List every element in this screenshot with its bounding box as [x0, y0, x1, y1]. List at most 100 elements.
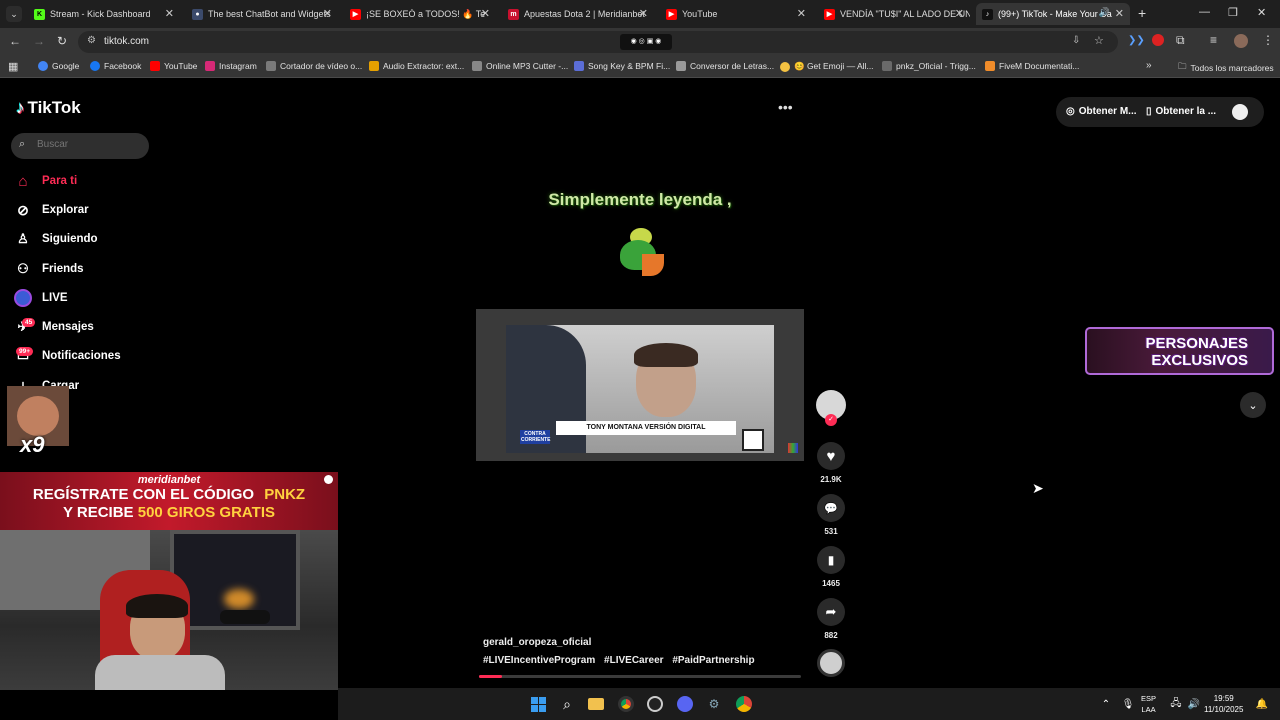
back-icon[interactable]: ← — [9, 34, 21, 48]
tab-title: ¡SE BOXEÓ a TODOS! 🔥 Te — [366, 8, 486, 19]
game-ad-banner[interactable]: PERSONAJES EXCLUSIVOS — [1085, 327, 1274, 375]
browser-tab[interactable]: ● The best ChatBot and Widgets ✕ — [186, 3, 338, 25]
windows-start-icon[interactable] — [528, 694, 548, 714]
close-tab-icon[interactable]: ✕ — [165, 7, 174, 20]
search-icon[interactable]: ⌕ — [557, 694, 577, 714]
close-tab-icon[interactable]: ✕ — [955, 7, 964, 20]
nav-item-siguiendo[interactable]: ♙ Siguiendo — [14, 230, 97, 248]
bookmark-item[interactable]: Google — [38, 61, 79, 71]
profile-avatar[interactable] — [1234, 34, 1248, 48]
tab-search-button[interactable]: ⌄ — [6, 6, 22, 22]
close-tab-icon[interactable]: ✕ — [639, 7, 648, 20]
close-tab-icon[interactable]: ✕ — [323, 7, 332, 20]
profile-avatar[interactable] — [1232, 104, 1248, 120]
window-close-icon[interactable]: ✕ — [1257, 6, 1266, 19]
more-options-icon[interactable]: ••• — [778, 99, 793, 115]
browser-tab[interactable]: ▶ VENDÍA "TU$I" AL LADO DE UN ✕ — [818, 3, 970, 25]
extension-icon[interactable]: ❯❯ — [1128, 35, 1145, 46]
restore-icon[interactable]: ❐ — [1228, 6, 1238, 19]
browser-tab-active[interactable]: ♪ (99+) TikTok - Make Your Da 🔊 ✕ — [976, 3, 1130, 25]
follow-check-icon[interactable]: ✓ — [825, 414, 837, 426]
bookmark-star-icon[interactable]: ☆ — [1094, 34, 1104, 47]
speaker-icon[interactable]: 🔊 — [1099, 7, 1110, 18]
hashtag-link[interactable]: #PaidPartnership — [672, 655, 754, 666]
bookmark-label: Cortador de vídeo o... — [280, 61, 363, 71]
bookmark-item[interactable]: FiveM Documentati... — [985, 61, 1079, 71]
bookmark-item[interactable]: Song Key & BPM Fi... — [574, 61, 670, 71]
comment-button[interactable]: 💬 531 — [816, 494, 846, 536]
promo-close-icon[interactable] — [324, 475, 333, 484]
comment-icon[interactable]: 💬 — [817, 494, 845, 522]
network-icon[interactable]: 🖧 — [1166, 694, 1186, 714]
tiktok-logo[interactable]: ♪ TikTok — [16, 98, 81, 118]
bookmark-item[interactable]: Instagram — [205, 61, 257, 71]
bookmark-item[interactable]: Conversor de Letras... — [676, 61, 774, 71]
hashtag-link[interactable]: #LIVEIncentiveProgram — [483, 655, 595, 666]
get-desktop-app-button[interactable]: ▯ Obtener la ... — [1146, 106, 1216, 117]
discord-icon[interactable] — [675, 694, 695, 714]
minimize-icon[interactable]: — — [1199, 6, 1210, 18]
nav-item-explorar[interactable]: ⊘ Explorar — [14, 201, 89, 219]
close-tab-icon[interactable]: ✕ — [1115, 7, 1124, 20]
browser-tab[interactable]: K Stream - Kick Dashboard ✕ — [28, 3, 180, 25]
music-disc[interactable] — [816, 649, 846, 677]
install-app-icon[interactable]: ⇩ — [1072, 35, 1080, 46]
nav-item-live[interactable]: LIVE — [14, 289, 68, 307]
bookmark-item[interactable]: pnkz_Oficial - Trigg... — [882, 61, 976, 71]
share-button[interactable]: ➦ 882 — [816, 598, 846, 640]
apps-grid-icon[interactable]: ▦ — [8, 60, 18, 73]
forward-icon[interactable]: → — [33, 34, 45, 48]
music-disc-avatar[interactable] — [817, 649, 845, 677]
all-bookmarks-folder[interactable]: 🗀 Todos los marcadores — [1178, 61, 1274, 75]
browser-tab[interactable]: m Apuestas Dota 2 | Meridianbet ✕ — [502, 3, 654, 25]
extensions-puzzle-icon[interactable]: ⧉ — [1176, 33, 1185, 48]
heart-icon[interactable]: ♥ — [817, 442, 845, 470]
keyboard-language[interactable]: ESP LAA — [1141, 693, 1156, 715]
creator-avatar[interactable]: ✓ — [816, 390, 846, 426]
tray-chevron-up-icon[interactable]: ⌃ — [1096, 694, 1116, 714]
video-progress-bar[interactable] — [479, 675, 801, 678]
nav-item-para-ti[interactable]: ⌂ Para ti — [14, 172, 77, 190]
next-video-button[interactable]: ⌄ — [1240, 392, 1266, 418]
obs-icon[interactable] — [645, 694, 665, 714]
notifications-bell-icon[interactable]: 🔔 — [1252, 694, 1272, 714]
like-button[interactable]: ♥ 21.9K — [816, 442, 846, 484]
get-app-button[interactable]: ◎ Obtener M... — [1066, 106, 1137, 117]
bookmark-item[interactable]: Online MP3 Cutter -... — [472, 61, 568, 71]
bookmark-favicon-icon — [472, 61, 482, 71]
more-bookmarks-icon[interactable]: » — [1146, 60, 1152, 71]
browser-tab[interactable]: ▶ ¡SE BOXEÓ a TODOS! 🔥 Te ✕ — [344, 3, 496, 25]
bookmark-item[interactable]: 😊 Get Emoji — All... — [780, 61, 874, 72]
reload-icon[interactable]: ↻ — [57, 34, 67, 48]
reading-list-icon[interactable]: ≡ — [1210, 33, 1217, 47]
save-button[interactable]: ▮ 1465 — [816, 546, 846, 588]
search-input[interactable] — [37, 139, 137, 150]
bookmark-item[interactable]: Facebook — [90, 61, 141, 71]
bookmark-item[interactable]: Audio Extractor: ext... — [369, 61, 464, 71]
file-explorer-icon[interactable] — [586, 694, 606, 714]
close-tab-icon[interactable]: ✕ — [797, 7, 806, 20]
steam-icon[interactable]: ⚙ — [704, 694, 724, 714]
video-author[interactable]: gerald_oropeza_oficial — [483, 637, 591, 648]
bookmark-item[interactable]: Cortador de vídeo o... — [266, 61, 362, 71]
close-tab-icon[interactable]: ✕ — [481, 7, 490, 20]
new-tab-button[interactable]: + — [1138, 5, 1146, 21]
share-icon[interactable]: ➦ — [817, 598, 845, 626]
meridianbet-promo-banner: meridianbet REGÍSTRATE CON EL CÓDIGO PNK… — [0, 472, 338, 530]
extension-icon[interactable] — [1152, 34, 1164, 46]
address-bar[interactable]: ⚙ tiktok.com ◉ ◎ ▣ ◉ ⇩ ☆ — [78, 31, 1118, 53]
volume-icon[interactable]: 🔊 — [1184, 694, 1204, 714]
system-clock[interactable]: 19:59 11/10/2025 — [1204, 693, 1243, 715]
nav-item-friends[interactable]: ⚇ Friends — [14, 260, 83, 278]
bookmark-item[interactable]: YouTube — [150, 61, 197, 71]
menu-kebab-icon[interactable]: ⋮ — [1262, 33, 1274, 47]
bookmark-icon[interactable]: ▮ — [817, 546, 845, 574]
site-info-icon[interactable]: ⚙ — [87, 35, 96, 46]
chrome-icon[interactable] — [734, 694, 754, 714]
microphone-icon[interactable]: 🎙 — [1118, 694, 1138, 714]
video-player[interactable]: TONY MONTANA VERSIÓN DIGITAL CONTRA CORR… — [476, 309, 804, 461]
browser-tab[interactable]: ▶ YouTube ✕ — [660, 3, 812, 25]
hashtag-link[interactable]: #LIVECareer — [604, 655, 663, 666]
chrome-icon[interactable] — [616, 694, 636, 714]
search-box[interactable]: ⌕ — [11, 133, 149, 159]
